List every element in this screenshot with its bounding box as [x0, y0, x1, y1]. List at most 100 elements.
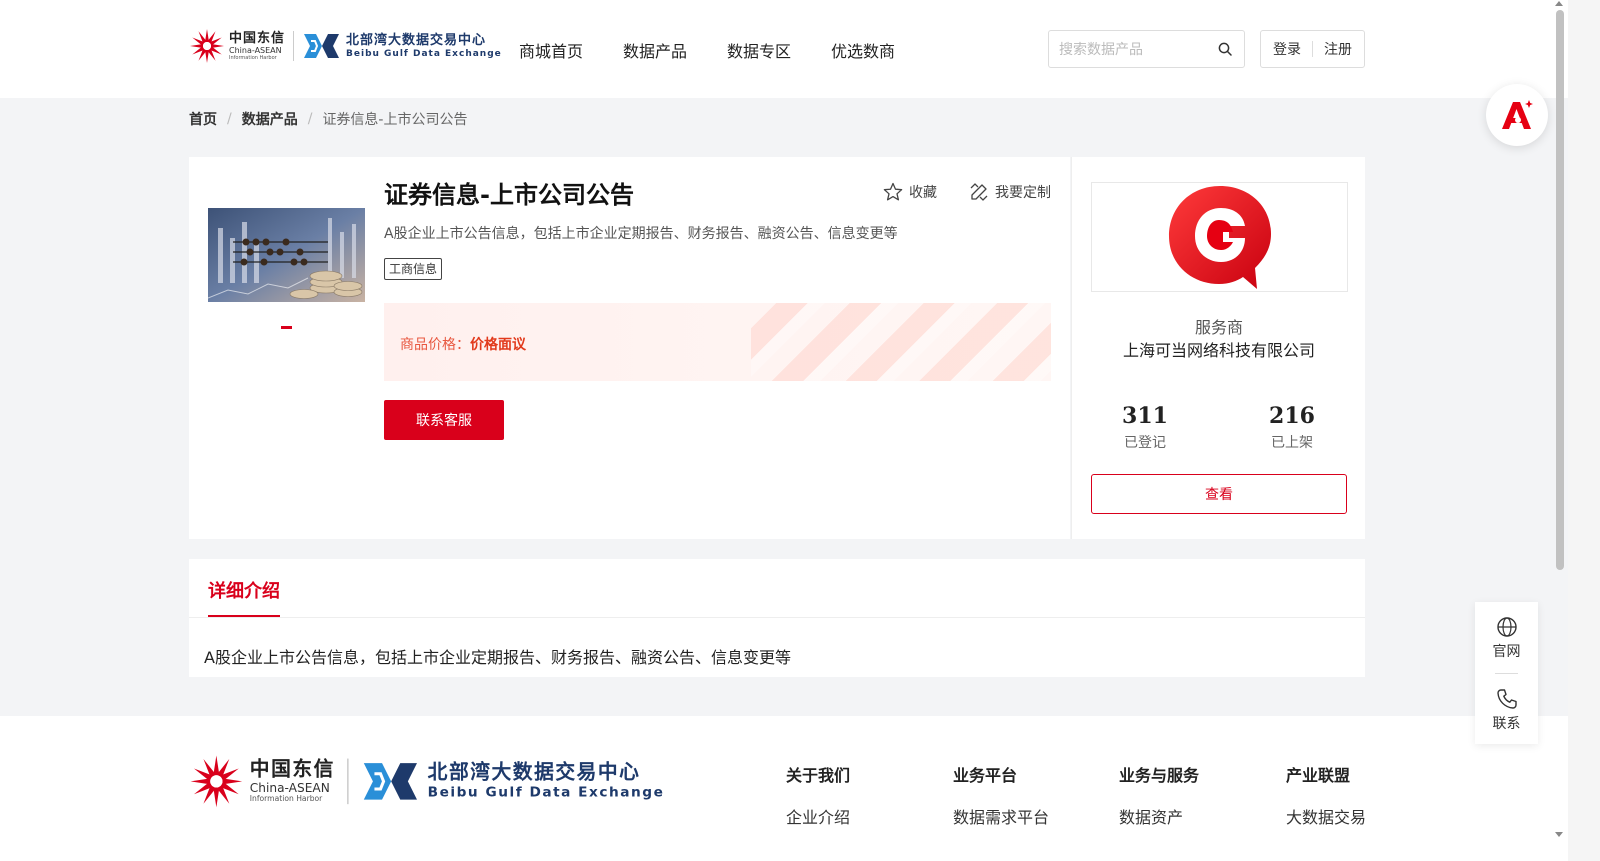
price-label: 商品价格：: [400, 337, 470, 353]
breadcrumb-separator: /: [307, 111, 313, 127]
breadcrumb-separator: /: [227, 111, 232, 127]
scrollbar-thumb[interactable]: [1556, 10, 1564, 570]
stat-listed-value: 216: [1269, 403, 1315, 429]
logo-en-sub: Information Harbor: [229, 54, 277, 61]
stat-listed-label: 已上架: [1271, 435, 1313, 451]
footer-logo-en-sub: Information Harbor: [249, 794, 323, 804]
footer-link[interactable]: 数据需求平台: [953, 804, 1049, 828]
footer-col-services: 业务与服务 数据资产: [1119, 762, 1199, 828]
product-title: 证券信息-上市公司公告: [384, 181, 634, 209]
provider-label: 服务商: [1194, 318, 1243, 337]
footer-logo-text-exchange: 北部湾大数据交易中心 Beibu Gulf Data Exchange: [428, 762, 665, 800]
main-nav: 商城首页 数据产品 数据专区 优选数商: [519, 38, 935, 62]
nav-item-data-zone[interactable]: 数据专区: [727, 38, 791, 62]
footer-logo-en-name: China-ASEAN: [249, 780, 330, 795]
price-box: 商品价格：价格面议: [384, 303, 1051, 381]
footer-link[interactable]: 大数据交易: [1286, 804, 1366, 828]
star-icon: [883, 182, 903, 201]
stat-registered-value: 311: [1122, 403, 1168, 429]
search-box: [1048, 30, 1245, 68]
carousel-indicator[interactable]: [281, 326, 292, 329]
footer-link[interactable]: 数据资产: [1119, 804, 1199, 828]
side-tool-divider: [1495, 673, 1518, 674]
header: 中国东信 China-ASEAN Information Harbor 北部湾大…: [0, 0, 1568, 98]
stat-listed: 216 已上架: [1232, 403, 1352, 452]
stat-registered-label: 已登记: [1124, 435, 1166, 451]
product-card: 证券信息-上市公司公告 收藏 我要定制 A股企业上市公告信息，包括上市企业定期报…: [189, 157, 1070, 539]
site-logo[interactable]: 中国东信 China-ASEAN Information Harbor 北部湾大…: [189, 28, 502, 64]
detail-text: A股企业上市公告信息，包括上市企业定期报告、财务报告、融资公告、信息变更等: [204, 648, 791, 667]
footer-logo-text-cn: 中国东信 China-ASEAN Information Harbor: [250, 759, 335, 803]
detail-section: 详细介绍 A股企业上市公告信息，包括上市企业定期报告、财务报告、融资公告、信息变…: [189, 559, 1365, 677]
search-input[interactable]: [1049, 31, 1209, 67]
provider-name: 上海可当网络科技有限公司: [1122, 341, 1315, 360]
side-toolbar: 官网 联系: [1475, 602, 1538, 744]
footer-logo-exchange-cn: 北部湾大数据交易中心: [427, 760, 641, 784]
favorite-button[interactable]: 收藏: [883, 182, 937, 202]
breadcrumb-home[interactable]: 首页: [189, 109, 217, 129]
product-actions: 收藏 我要定制: [883, 182, 1051, 202]
ai-assistant-icon: [1502, 100, 1533, 129]
footer-logo-divider: [347, 758, 349, 805]
provider-logo[interactable]: [1091, 182, 1348, 292]
pencil-ruler-icon: [970, 183, 988, 201]
nav-item-data-products[interactable]: 数据产品: [623, 38, 687, 62]
price-box-decoration: [751, 303, 1051, 381]
logo-en-name: China-ASEAN: [229, 45, 282, 55]
logo-exchange-en: Beibu Gulf Data Exchange: [346, 48, 502, 59]
footer: 中国东信 China-ASEAN Information Harbor 北部湾大…: [0, 716, 1568, 861]
auth-box: 登录 注册: [1260, 30, 1365, 68]
footer-col-alliance: 产业联盟 大数据交易: [1286, 762, 1366, 828]
product-image[interactable]: [208, 208, 365, 302]
logo-exchange-cn: 北部湾大数据交易中心: [346, 32, 487, 48]
footer-logo[interactable]: 中国东信 China-ASEAN Information Harbor 北部湾大…: [189, 754, 664, 809]
footer-col-title: 产业联盟: [1286, 766, 1351, 785]
ai-assistant-button[interactable]: [1486, 84, 1548, 146]
side-tool-website-label: 官网: [1492, 644, 1521, 660]
scroll-down-arrow-icon[interactable]: [1555, 832, 1563, 837]
product-description: A股企业上市公告信息，包括上市企业定期报告、财务报告、融资公告、信息变更等: [384, 226, 898, 242]
breadcrumb-data-products[interactable]: 数据产品: [242, 109, 298, 129]
customize-label: 我要定制: [995, 185, 1051, 201]
product-tag: 工商信息: [384, 258, 443, 281]
view-provider-button[interactable]: 查看: [1091, 474, 1347, 514]
detail-divider: [189, 617, 1365, 618]
breadcrumb: 首页 / 数据产品 / 证券信息-上市公司公告: [189, 109, 468, 129]
scrollbar-track[interactable]: [1568, 0, 1600, 861]
nav-item-mall-home[interactable]: 商城首页: [519, 38, 583, 62]
footer-col-platform: 业务平台 数据需求平台: [953, 762, 1049, 828]
contact-service-button[interactable]: 联系客服: [384, 400, 504, 440]
phone-icon: [1496, 689, 1517, 709]
stat-registered: 311 已登记: [1085, 403, 1205, 452]
footer-link[interactable]: 企业介绍: [786, 804, 850, 828]
customize-button[interactable]: 我要定制: [969, 182, 1051, 202]
globe-icon: [1496, 617, 1517, 637]
auth-divider: [1312, 41, 1313, 57]
china-asean-logo-icon: [190, 29, 224, 63]
logo-cn-name: 中国东信: [229, 30, 286, 46]
price-value: 价格面议: [470, 337, 526, 353]
side-tool-website[interactable]: 官网: [1475, 616, 1538, 661]
beibu-gulf-logo-icon: [363, 763, 418, 800]
scroll-up-arrow-icon[interactable]: [1555, 1, 1563, 6]
footer-logo-exchange-en: Beibu Gulf Data Exchange: [427, 785, 665, 801]
provider-logo-icon: [1168, 186, 1271, 289]
footer-logo-cn-name: 中国东信: [249, 757, 335, 781]
price-row: 商品价格：价格面议: [400, 334, 526, 354]
footer-col-title: 业务平台: [953, 766, 1018, 785]
logo-text-exchange: 北部湾大数据交易中心 Beibu Gulf Data Exchange: [346, 34, 502, 59]
side-tool-contact-label: 联系: [1492, 716, 1521, 732]
tab-detail-intro[interactable]: 详细介绍: [208, 577, 280, 617]
footer-col-title: 业务与服务: [1119, 766, 1200, 785]
logo-divider: [293, 31, 295, 61]
side-tool-contact[interactable]: 联系: [1475, 688, 1538, 733]
login-link[interactable]: 登录: [1273, 39, 1301, 59]
nav-item-preferred-vendors[interactable]: 优选数商: [831, 38, 895, 62]
provider-card: 服务商 上海可当网络科技有限公司 311 已登记 216 已上架 查看: [1071, 157, 1365, 539]
finance-abacus-image: [208, 208, 365, 302]
china-asean-logo-icon: [190, 755, 243, 808]
breadcrumb-current: 证券信息-上市公司公告: [322, 112, 468, 128]
footer-col-about: 关于我们 企业介绍: [786, 762, 850, 828]
search-icon[interactable]: [1218, 42, 1232, 56]
register-link[interactable]: 注册: [1324, 39, 1352, 59]
